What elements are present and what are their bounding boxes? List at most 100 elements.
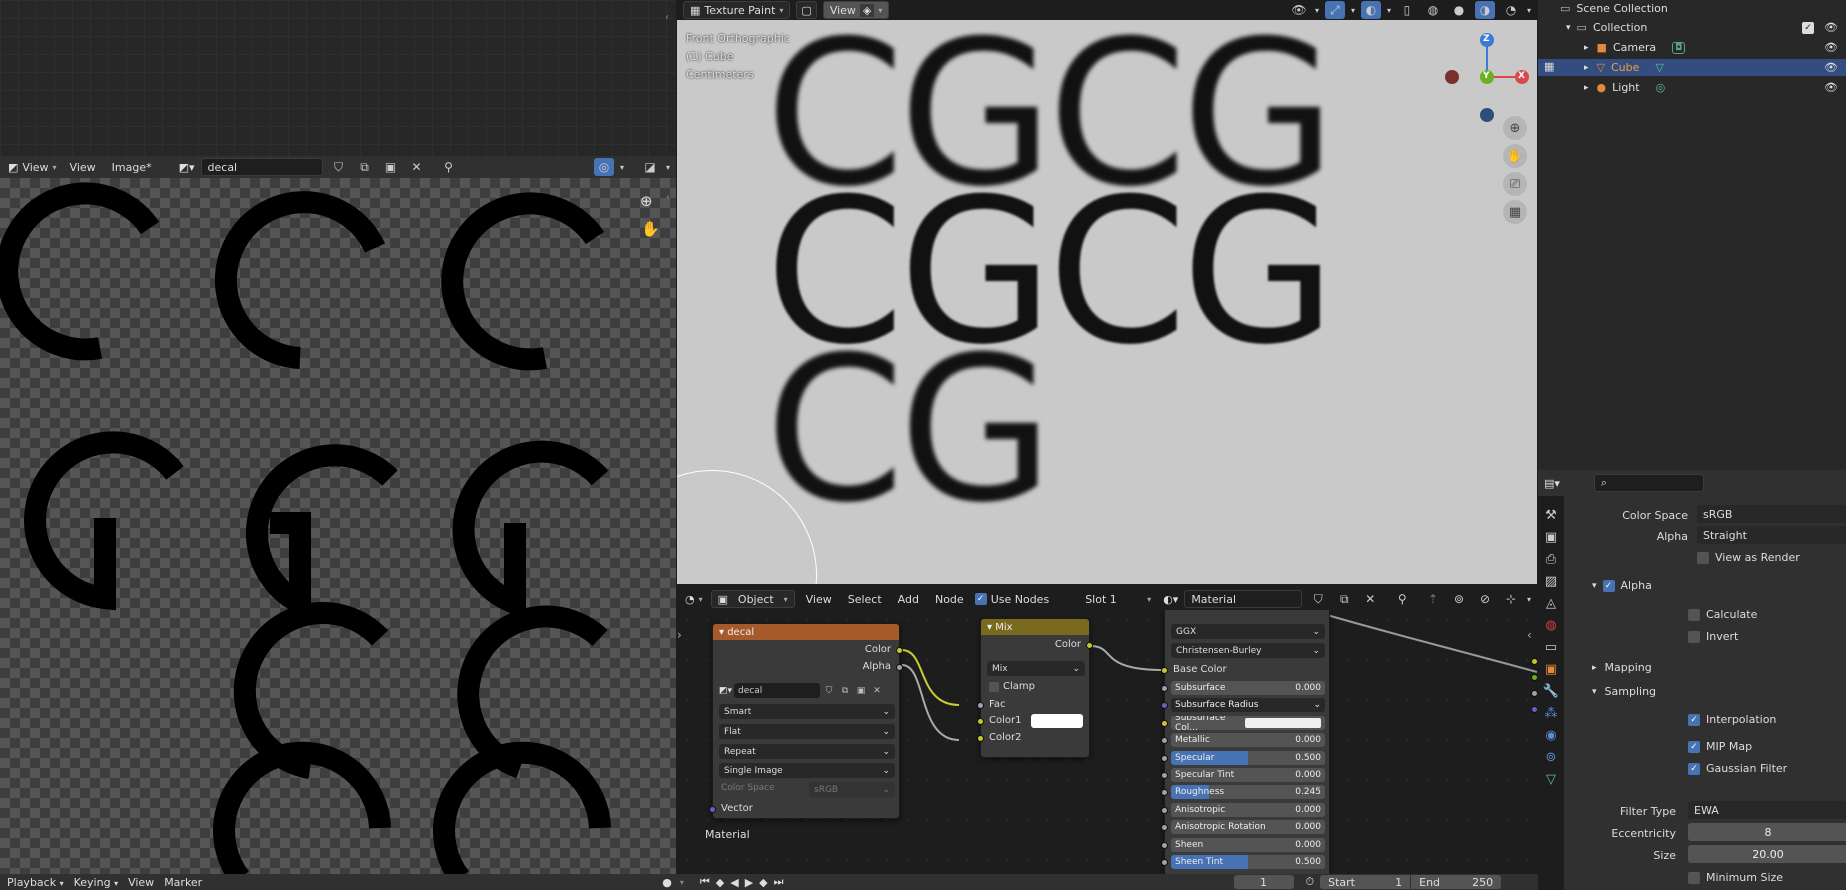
- visibility-icon[interactable]: 👁: [1289, 1, 1309, 19]
- overlay-icon[interactable]: ◐: [1360, 1, 1381, 19]
- material-browse-button[interactable]: ◐▾: [1163, 590, 1178, 608]
- mip-map-checkbox[interactable]: ✓ MIP Map: [1688, 740, 1752, 753]
- object-tab-icon[interactable]: ▣: [1545, 662, 1557, 677]
- start-field[interactable]: Start 1: [1320, 875, 1411, 889]
- minimum-size-checkbox[interactable]: Minimum Size: [1688, 871, 1783, 884]
- unlink-close-icon[interactable]: ✕: [1360, 590, 1380, 608]
- link-icon[interactable]: ⊘: [1475, 590, 1495, 608]
- snap-icon[interactable]: ⊚: [1449, 590, 1469, 608]
- vector-input-socket[interactable]: [709, 806, 716, 813]
- fake-user-shield-icon[interactable]: ⛉: [822, 686, 836, 696]
- camera-view-icon[interactable]: ⎚: [1503, 172, 1527, 196]
- bsdf-input-socket[interactable]: [1161, 754, 1168, 762]
- timeline-menu-keying[interactable]: Keying ▾: [69, 876, 123, 889]
- bsdf-input-socket[interactable]: [1161, 702, 1168, 710]
- data-tab-icon[interactable]: ▽: [1546, 772, 1556, 787]
- node-editor-canvas[interactable]: › ‹ ▾ decal Color Alpha ◩▾ decal ⛉ ⧉ ▣ ✕…: [677, 610, 1537, 874]
- open-image-icon[interactable]: ▣: [854, 686, 868, 696]
- clamp-checkbox[interactable]: Clamp: [989, 681, 1035, 692]
- bsdf-input-socket[interactable]: [1161, 719, 1168, 727]
- unlink-close-icon[interactable]: ✕: [407, 158, 427, 176]
- stopwatch-icon[interactable]: ⏱: [1306, 875, 1315, 889]
- mode-dropdown[interactable]: ▦ Texture Paint ▾: [683, 1, 791, 19]
- bsdf-input-socket[interactable]: [1161, 685, 1168, 692]
- rendered-shading-icon[interactable]: ◔: [1501, 1, 1521, 19]
- image-texture-node[interactable]: ▾ decal Color Alpha ◩▾ decal ⛉ ⧉ ▣ ✕ Sma…: [709, 623, 903, 819]
- bsdf-input-field[interactable]: Anisotropic 0.000: [1171, 802, 1325, 817]
- view-as-render-checkbox[interactable]: View as Render: [1697, 551, 1800, 564]
- object-type-dropdown[interactable]: ▣ Object ▾: [710, 590, 795, 608]
- eye-icon[interactable]: 👁: [1824, 81, 1838, 94]
- fac-input-socket[interactable]: [977, 702, 984, 709]
- node-menu-select[interactable]: Select: [843, 593, 887, 606]
- subsurface-method-dropdown[interactable]: Christensen-Burley ⌄: [1171, 643, 1325, 658]
- color2-input-socket[interactable]: [977, 735, 984, 742]
- next-keyframe-icon[interactable]: ◆: [759, 876, 767, 889]
- tool-tab-icon[interactable]: ⚒: [1545, 508, 1557, 523]
- mix-node-header[interactable]: ▾ Mix: [981, 619, 1089, 635]
- display-channels-icon[interactable]: ◪: [640, 158, 660, 176]
- particles-tab-icon[interactable]: ⁂: [1545, 706, 1558, 721]
- mix-node[interactable]: ▾ Mix Color Mix ⌄ Clamp Fac Color1 Color2: [977, 618, 1093, 758]
- calculate-checkbox[interactable]: Calculate: [1688, 608, 1757, 621]
- pan-hand-icon[interactable]: ✋: [641, 220, 660, 238]
- node-menu-view[interactable]: View: [801, 593, 837, 606]
- color-space-prop-dropdown[interactable]: sRGB: [1697, 505, 1846, 523]
- pin-icon[interactable]: ⚲: [1392, 590, 1412, 608]
- interpolation-checkbox[interactable]: ✓ Interpolation: [1688, 713, 1776, 726]
- image-node-header[interactable]: ▾ decal: [713, 624, 899, 640]
- zoom-icon[interactable]: ⊕: [1503, 116, 1527, 140]
- world-tab-icon[interactable]: ◍: [1545, 618, 1556, 633]
- pin-icon[interactable]: ⚲: [439, 158, 459, 176]
- prev-keyframe-icon[interactable]: ◆: [716, 876, 724, 889]
- expand-triangle-icon[interactable]: ▸: [1584, 63, 1589, 73]
- shader-type-dropdown[interactable]: ◔ ▾: [683, 590, 705, 608]
- snap-settings-icon[interactable]: ⊹: [1501, 590, 1521, 608]
- source-dropdown[interactable]: Single Image ⌄: [719, 763, 895, 778]
- gaussian-filter-checkbox[interactable]: ✓ Gaussian Filter: [1688, 762, 1787, 775]
- bsdf-input-field[interactable]: Specular 0.500: [1171, 750, 1325, 765]
- exclude-checkbox-icon[interactable]: ✓: [1802, 21, 1815, 34]
- invert-checkbox[interactable]: Invert: [1688, 630, 1738, 643]
- color-space-dropdown[interactable]: sRGB ⌄: [809, 782, 895, 797]
- jump-start-icon[interactable]: ⏮: [700, 875, 710, 889]
- base-color-input-socket[interactable]: [1161, 667, 1168, 674]
- jump-end-icon[interactable]: ⏭: [774, 875, 784, 889]
- duplicate-material-icon[interactable]: ⧉: [1334, 590, 1354, 608]
- node-menu-node[interactable]: Node: [930, 593, 969, 606]
- eccentricity-field[interactable]: 8: [1688, 823, 1846, 841]
- current-frame-field[interactable]: 1: [1233, 875, 1294, 889]
- parent-node-icon[interactable]: ⇡: [1423, 590, 1443, 608]
- expand-triangle-icon[interactable]: ▸: [1584, 83, 1589, 93]
- mapping-panel-header[interactable]: ▸ Mapping: [1592, 661, 1652, 674]
- bsdf-input-field[interactable]: Subsurface Col...: [1171, 715, 1325, 730]
- material-name-field[interactable]: Material: [1184, 590, 1303, 608]
- bsdf-input-field[interactable]: Sheen Tint 0.500: [1171, 855, 1325, 869]
- image-menu-image[interactable]: Image*: [107, 161, 157, 174]
- use-nodes-checkbox[interactable]: ✓ Use Nodes: [974, 593, 1049, 606]
- chevron-down-icon[interactable]: ▾: [1527, 595, 1531, 604]
- checkmark-icon[interactable]: ✓: [1602, 579, 1615, 592]
- mix-color-output-socket[interactable]: [1086, 642, 1093, 649]
- collapse-arrow-icon[interactable]: ‹: [1527, 628, 1532, 642]
- extension-dropdown[interactable]: Repeat ⌄: [719, 744, 895, 759]
- xray-icon[interactable]: ▯: [1397, 1, 1417, 19]
- bsdf-input-field[interactable]: Metallic 0.000: [1171, 733, 1325, 748]
- bsdf-input-socket[interactable]: [1161, 789, 1168, 797]
- outliner-item-camera[interactable]: ▸ ■ Camera ◘ 👁: [1538, 39, 1846, 56]
- bsdf-input-socket[interactable]: [1161, 859, 1168, 866]
- bsdf-input-field[interactable]: Specular Tint 0.000: [1171, 768, 1325, 782]
- image-menu-view[interactable]: View: [65, 161, 101, 174]
- output-tab-icon[interactable]: ⎙: [1546, 552, 1556, 567]
- color1-input-socket[interactable]: [977, 718, 984, 725]
- bsdf-input-socket[interactable]: [1161, 806, 1168, 814]
- bsdf-input-socket[interactable]: [1161, 841, 1168, 849]
- gizmo-icon[interactable]: ⤢: [1324, 1, 1345, 19]
- properties-editor-type-icon[interactable]: ▤▾: [1544, 477, 1560, 490]
- collapse-triangle-icon[interactable]: ▾: [987, 622, 995, 633]
- frame-range-field[interactable]: Start 1 End 250: [1320, 875, 1502, 889]
- bsdf-input-field[interactable]: Roughness 0.245: [1171, 785, 1325, 800]
- sampling-panel-header[interactable]: ▾ Sampling: [1592, 685, 1656, 698]
- bsdf-input-field[interactable]: Subsurface 0.000: [1171, 681, 1325, 695]
- color-output-socket[interactable]: [896, 647, 903, 654]
